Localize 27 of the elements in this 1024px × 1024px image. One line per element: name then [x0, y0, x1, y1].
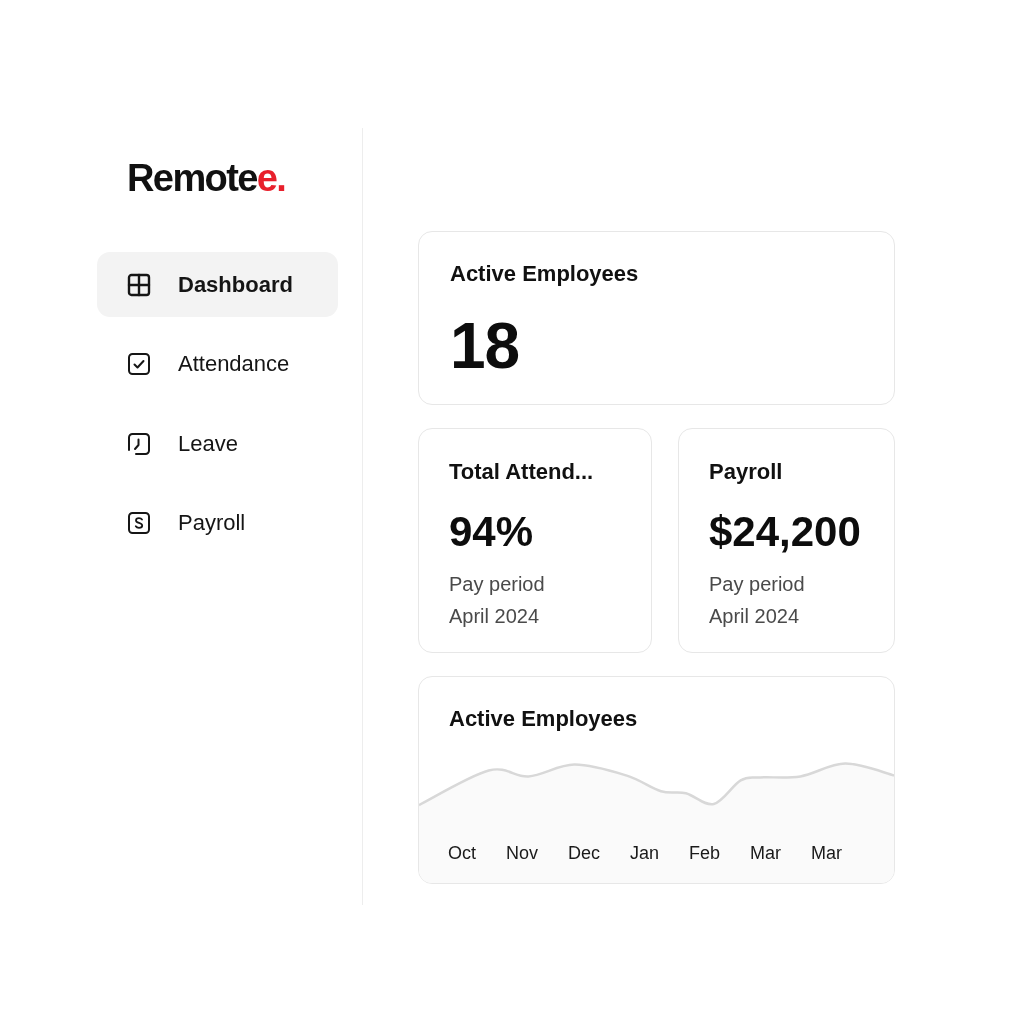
card-title: Active Employees [450, 260, 640, 288]
letter-s-square-icon [127, 511, 151, 535]
checkbox-tick-icon [127, 352, 151, 376]
grid-icon [127, 272, 151, 297]
clock-square-icon [127, 431, 151, 456]
sidebar-item[interactable]: Attendance [97, 331, 338, 397]
card-title: Active Employees [449, 705, 638, 733]
month-label: Oct [448, 842, 476, 864]
card-caption: April 2024 [449, 604, 541, 629]
stat-value: 94% [449, 507, 535, 557]
sidebar-item[interactable]: Leave [97, 411, 338, 476]
month-label: Nov [506, 842, 539, 864]
month-label: Jan [630, 842, 660, 864]
card-title: Payroll [709, 458, 784, 486]
card-caption: April 2024 [709, 604, 801, 629]
card-title: Total Attend... [449, 458, 595, 486]
stat-value: 18 [450, 311, 521, 381]
sidebar-item[interactable]: Payroll [97, 490, 338, 556]
stat-value: $24,200 [709, 507, 862, 557]
month-label: Dec [568, 842, 601, 864]
logo: Remotee. [127, 158, 286, 198]
card-caption: Pay period [709, 572, 806, 597]
card-caption: Pay period [449, 572, 546, 597]
month-label: Mar [811, 842, 843, 864]
month-label: Feb [689, 842, 721, 864]
sidebar-item[interactable]: Dashboard [97, 252, 338, 317]
month-label: Mar [750, 842, 782, 864]
